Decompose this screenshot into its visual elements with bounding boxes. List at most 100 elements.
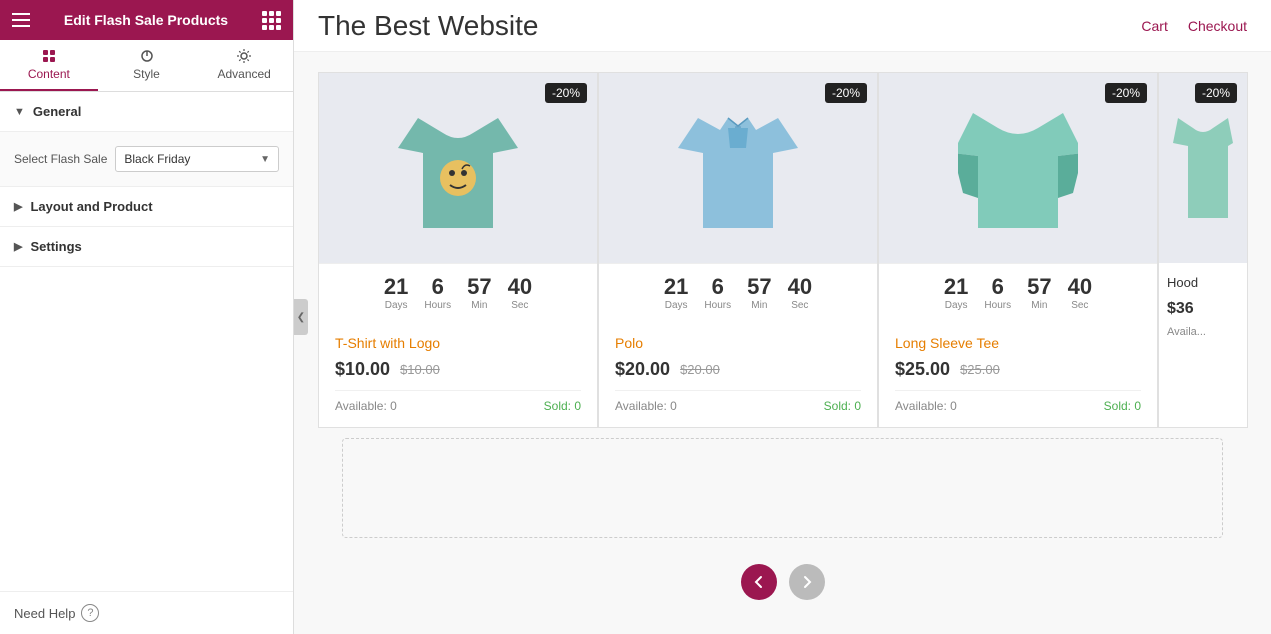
product-info-1: Polo $20.00 $20.00 Available: 0 Sold: 0 — [599, 323, 877, 427]
general-section-title: General — [33, 104, 81, 119]
layout-arrow-icon: ▶ — [14, 200, 22, 213]
carousel-next-button[interactable] — [789, 564, 825, 600]
main-content: The Best Website Cart Checkout -20% — [294, 0, 1271, 634]
tab-content[interactable]: Content — [0, 40, 98, 91]
stock-row-2: Available: 0 Sold: 0 — [895, 390, 1141, 421]
sidebar-header: Edit Flash Sale Products — [0, 0, 293, 40]
product-card-0: -20% 21 Days — [318, 72, 598, 428]
sold-0: Sold: 0 — [544, 399, 581, 413]
flash-sale-value: Black Friday — [124, 152, 190, 166]
help-icon: ? — [81, 604, 99, 622]
chevron-down-icon: ▼ — [260, 154, 270, 165]
countdown-days-2: 21 Days — [944, 276, 968, 311]
countdown-1: 21 Days 6 Hours 57 Min 40 — [599, 263, 877, 323]
tab-style-label: Style — [133, 67, 160, 81]
countdown-min-1: 57 Min — [747, 276, 771, 311]
tab-style[interactable]: Style — [98, 40, 196, 91]
style-icon — [139, 48, 155, 64]
chevron-left-icon — [752, 575, 766, 589]
price-original-1: $20.00 — [680, 362, 720, 377]
chevron-right-icon — [800, 575, 814, 589]
countdown-sec-0: 40 Sec — [508, 276, 532, 311]
tab-content-label: Content — [28, 67, 70, 81]
product-image-area-2: -20% — [879, 73, 1157, 263]
layout-section-header[interactable]: ▶ Layout and Product — [0, 187, 293, 227]
sidebar-collapse-button[interactable]: ❮ — [294, 299, 308, 335]
flash-sale-field: Select Flash Sale Black Friday ▼ — [14, 146, 279, 172]
main-header: The Best Website Cart Checkout — [294, 0, 1271, 52]
product-card-2: -20% 21 Days 6 Hou — [878, 72, 1158, 428]
flash-sale-select-box[interactable]: Black Friday ▼ — [115, 146, 279, 172]
discount-badge-1: -20% — [825, 83, 867, 103]
available-2: Available: 0 — [895, 399, 957, 413]
product-image-2 — [958, 98, 1078, 238]
product-name-2: Long Sleeve Tee — [895, 335, 1141, 351]
product-info-2: Long Sleeve Tee $25.00 $25.00 Available:… — [879, 323, 1157, 427]
price-original-2: $25.00 — [960, 362, 1000, 377]
price-original-0: $10.00 — [400, 362, 440, 377]
discount-badge-2: -20% — [1105, 83, 1147, 103]
price-row-0: $10.00 $10.00 — [335, 359, 581, 380]
available-3: Availa... — [1159, 322, 1247, 346]
layout-section-title: Layout and Product — [30, 199, 152, 214]
stock-row-1: Available: 0 Sold: 0 — [615, 390, 861, 421]
hamburger-icon[interactable] — [12, 13, 30, 27]
products-grid: -20% 21 Days — [318, 72, 1247, 428]
available-1: Available: 0 — [615, 399, 677, 413]
available-0: Available: 0 — [335, 399, 397, 413]
countdown-days-1: 21 Days — [664, 276, 688, 311]
tab-advanced-label: Advanced — [217, 67, 270, 81]
countdown-sec-1: 40 Sec — [788, 276, 812, 311]
tab-advanced[interactable]: Advanced — [195, 40, 293, 91]
grid-icon[interactable] — [262, 11, 281, 30]
stock-row-0: Available: 0 Sold: 0 — [335, 390, 581, 421]
sold-1: Sold: 0 — [824, 399, 861, 413]
countdown-min-0: 57 Min — [467, 276, 491, 311]
content-icon — [41, 48, 57, 64]
product-card-1: -20% 21 Days 6 — [598, 72, 878, 428]
carousel-prev-button[interactable] — [741, 564, 777, 600]
settings-section-title: Settings — [30, 239, 81, 254]
need-help-button[interactable]: Need Help ? — [0, 592, 293, 634]
sidebar-tabs: Content Style Advanced — [0, 40, 293, 92]
price-row-2: $25.00 $25.00 — [895, 359, 1141, 380]
product-image-3 — [1173, 108, 1233, 228]
product-image-area-0: -20% — [319, 73, 597, 263]
countdown-days-0: 21 Days — [384, 276, 408, 311]
bottom-placeholder — [342, 438, 1223, 538]
price-current-3: $36 — [1159, 296, 1247, 322]
sidebar: Edit Flash Sale Products Content Style — [0, 0, 294, 634]
need-help-label: Need Help — [14, 606, 75, 621]
settings-section-header[interactable]: ▶ Settings — [0, 227, 293, 267]
product-name-1: Polo — [615, 335, 861, 351]
advanced-icon — [236, 48, 252, 64]
nav-links: Cart Checkout — [1141, 18, 1247, 34]
general-section-header[interactable]: ▼ General — [0, 92, 293, 132]
product-image-0 — [398, 98, 518, 238]
product-image-1 — [678, 98, 798, 238]
price-current-1: $20.00 — [615, 359, 670, 380]
countdown-0: 21 Days 6 Hours 57 Min 40 — [319, 263, 597, 323]
product-name-3: Hood — [1159, 263, 1247, 296]
nav-checkout[interactable]: Checkout — [1188, 18, 1247, 34]
nav-cart[interactable]: Cart — [1141, 18, 1167, 34]
general-section-body: Select Flash Sale Black Friday ▼ — [0, 132, 293, 187]
countdown-hours-0: 6 Hours — [424, 276, 451, 311]
countdown-2: 21 Days 6 Hours 57 Min 40 — [879, 263, 1157, 323]
carousel-nav — [318, 548, 1247, 616]
sidebar-title: Edit Flash Sale Products — [64, 12, 228, 28]
site-title: The Best Website — [318, 10, 538, 42]
countdown-min-2: 57 Min — [1027, 276, 1051, 311]
countdown-hours-2: 6 Hours — [984, 276, 1011, 311]
countdown-sec-2: 40 Sec — [1068, 276, 1092, 311]
product-image-area-1: -20% — [599, 73, 877, 263]
flash-sale-select[interactable]: Black Friday ▼ — [115, 146, 279, 172]
product-card-3-partial: -20% Hood $36 Availa... — [1158, 72, 1248, 428]
general-arrow-icon: ▼ — [14, 106, 25, 118]
discount-badge-3: -20% — [1195, 83, 1237, 103]
products-area: -20% 21 Days — [294, 52, 1271, 634]
price-current-2: $25.00 — [895, 359, 950, 380]
product-image-area-3: -20% — [1159, 73, 1247, 263]
sold-2: Sold: 0 — [1104, 399, 1141, 413]
product-name-0: T-Shirt with Logo — [335, 335, 581, 351]
